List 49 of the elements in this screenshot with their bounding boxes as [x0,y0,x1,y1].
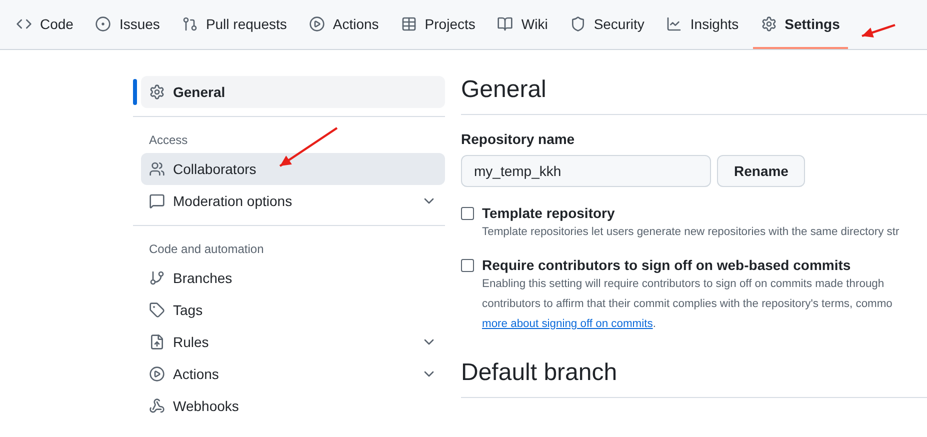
nav-tab[interactable]: Projects [392,0,484,49]
branch-icon [149,270,165,286]
sidebar-item[interactable]: Actions [141,358,445,390]
page-heading: General [461,76,927,115]
file-upload-icon [149,334,165,350]
repository-name-input[interactable]: my_temp_kkh [461,155,711,187]
section-heading: Access [149,133,188,147]
sidebar-item[interactable]: Collaborators [141,153,445,185]
webhook-icon [149,398,165,414]
nav-tab[interactable]: Wiki [489,0,556,49]
option-description: contributors to affirm that their commit complies with the repository's terms, commo [482,297,892,312]
graph-icon [666,16,682,32]
gear-icon [149,84,165,100]
checkbox[interactable] [461,259,474,272]
checkbox[interactable] [461,207,474,220]
option-description: Template repositories let users generate new repositories with the same directory str [482,225,900,240]
people-icon [149,161,165,177]
nav-tab[interactable]: Insights [658,0,747,49]
nav-tab[interactable]: Actions [300,0,387,49]
play-icon [149,366,165,382]
option-label: Template repository [482,205,616,221]
sidebar-item[interactable]: Rules [141,326,445,358]
selection-bar [133,79,137,105]
sidebar-item[interactable]: Moderation options [141,185,445,217]
option-label: Require contributors to sign off on web-based commits [482,257,852,273]
comment-icon [149,193,165,209]
play-icon [308,16,325,32]
section-heading: Code and automation [149,242,264,256]
nav-tab[interactable]: Issues [87,0,168,49]
shield-icon [570,16,586,32]
issue-icon [95,16,112,32]
sidebar-item[interactable]: Tags [141,294,445,326]
tag-icon [149,302,165,318]
gear-icon [760,16,777,32]
nav-tab[interactable]: Security [562,0,652,49]
field-label: Repository name [461,131,576,147]
punctuation: . [652,318,656,330]
nav-tab[interactable]: Pull requests [174,0,295,49]
table-icon [400,16,417,32]
sidebar-item[interactable]: Webhooks [141,390,445,422]
learn-more-link[interactable]: more about signing off on commits [482,318,653,330]
nav-tab[interactable]: Settings [752,0,848,49]
rename-button[interactable]: Rename [717,155,806,187]
nav-tab[interactable]: Code [8,0,82,49]
pull-request-icon [182,16,198,32]
option-description: Enabling this setting will require contributors to sign off on commits made through [482,277,886,292]
section-heading: Default branch [461,359,927,398]
sidebar-item[interactable]: Branches [141,262,445,294]
book-icon [497,16,514,32]
